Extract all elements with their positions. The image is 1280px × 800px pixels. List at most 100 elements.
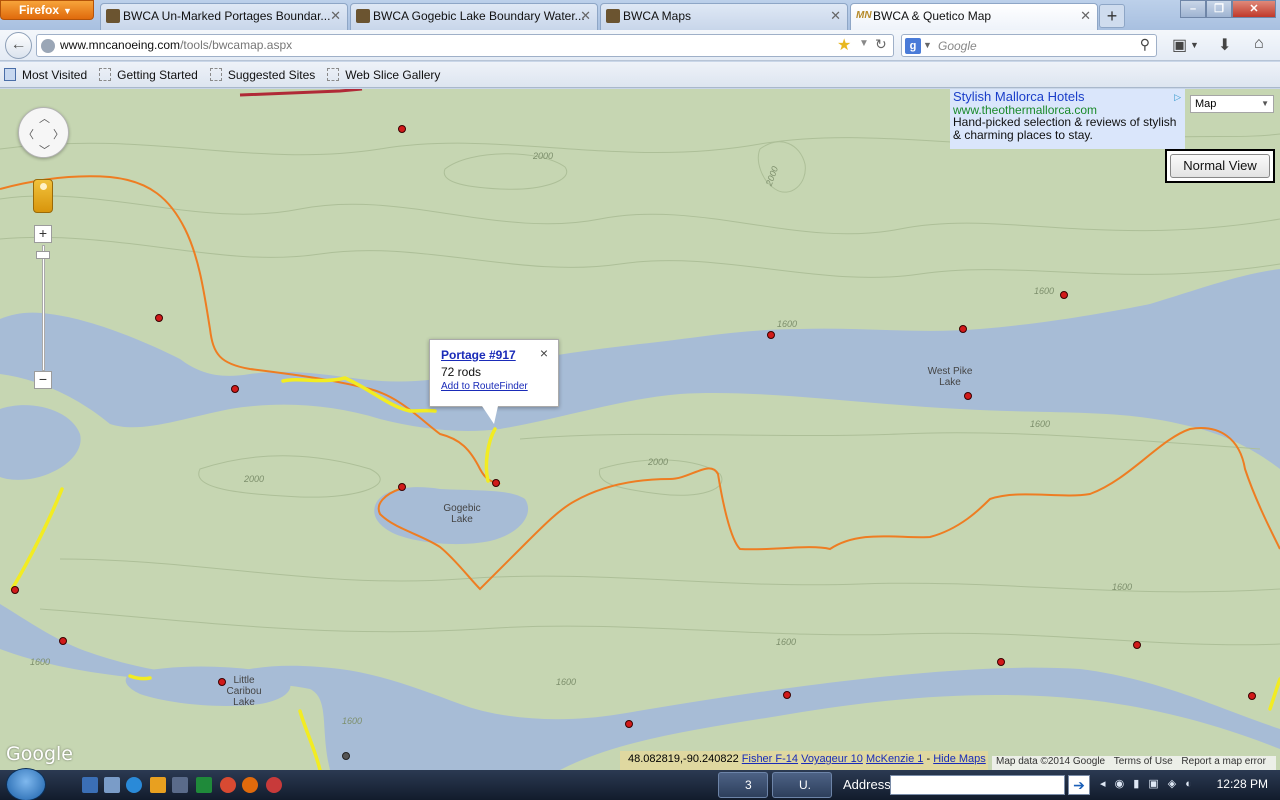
hide-maps-link[interactable]: Hide Maps xyxy=(933,753,986,765)
campsite-marker[interactable] xyxy=(398,125,406,133)
campsite-marker[interactable] xyxy=(997,658,1005,666)
adchoices-icon[interactable]: ▷ xyxy=(1174,91,1181,104)
restore-icon[interactable]: ❐ xyxy=(1206,0,1232,18)
tab-unmarked-portages[interactable]: BWCA Un-Marked Portages Boundar... ✕ xyxy=(100,3,348,30)
campsite-marker[interactable] xyxy=(767,331,775,339)
zoom-thumb[interactable] xyxy=(36,251,50,259)
close-tab-icon[interactable]: ✕ xyxy=(580,4,591,28)
little-caribou-lake-label: Little Caribou Lake xyxy=(226,675,262,708)
tab-bwca-maps[interactable]: BWCA Maps ✕ xyxy=(600,3,848,30)
chevron-down-icon: ▼ xyxy=(63,6,72,16)
close-tab-icon[interactable]: ✕ xyxy=(330,4,341,28)
firefox-menu-button[interactable]: Firefox ▼ xyxy=(0,0,94,20)
new-tab-button[interactable]: + xyxy=(1099,4,1125,28)
close-tab-icon[interactable]: ✕ xyxy=(830,4,841,28)
close-tab-icon[interactable]: ✕ xyxy=(1080,4,1091,28)
address-input[interactable] xyxy=(890,775,1065,795)
pan-left-icon[interactable]: 〈 xyxy=(23,126,34,142)
map-link-mckenzie[interactable]: McKenzie 1 xyxy=(866,753,923,765)
bookmarks-dropdown-icon[interactable]: ▼ xyxy=(1190,40,1199,50)
campsite-marker[interactable] xyxy=(11,586,19,594)
close-icon[interactable]: × xyxy=(540,345,548,361)
advertisement[interactable]: ▷ Stylish Mallorca Hotels www.theotherma… xyxy=(950,89,1185,149)
campsite-marker-gray[interactable] xyxy=(342,752,350,760)
firefox-icon[interactable] xyxy=(242,777,258,793)
bookmarks-menu-icon[interactable]: ▣ xyxy=(1172,35,1187,55)
tab-label: BWCA & Quetico Map xyxy=(873,9,992,23)
bookmark-suggested-sites[interactable]: Suggested Sites xyxy=(209,68,315,82)
pan-up-icon[interactable]: ︿ xyxy=(39,110,50,126)
campsite-marker[interactable] xyxy=(492,479,500,487)
normal-view-button[interactable]: Normal View xyxy=(1165,149,1275,183)
campsite-marker[interactable] xyxy=(783,691,791,699)
engine-dropdown-icon[interactable]: ▼ xyxy=(923,40,932,50)
zoom-track[interactable] xyxy=(42,245,45,371)
elevation-label: 1600 xyxy=(1030,419,1051,429)
map-type-select[interactable]: Map ▼ xyxy=(1190,95,1274,113)
downloads-icon[interactable]: ⬇ xyxy=(1218,35,1231,55)
elevation-label: 1600 xyxy=(777,319,798,329)
system-tray-icons[interactable]: ◂ ◉ ▮ ▣ ◈ ◐ xyxy=(1100,777,1195,790)
url-bar[interactable]: www.mncanoeing.com/tools/bwcamap.aspx ★ … xyxy=(36,34,894,57)
elevation-label: 1600 xyxy=(1112,582,1133,592)
zoom-in-button[interactable]: + xyxy=(34,225,52,243)
google-engine-icon[interactable]: g xyxy=(905,38,921,54)
reload-icon[interactable]: ↻ xyxy=(875,36,887,53)
campsite-marker[interactable] xyxy=(59,637,67,645)
portage-title-link[interactable]: Portage #917 xyxy=(441,348,547,362)
campsite-marker[interactable] xyxy=(625,720,633,728)
terms-of-use-link[interactable]: Terms of Use xyxy=(1114,756,1173,767)
street-view-pegman-icon[interactable] xyxy=(33,179,53,213)
clock[interactable]: 12:28 PM xyxy=(1217,777,1268,791)
bookmark-most-visited[interactable]: Most Visited xyxy=(4,68,87,82)
chrome-icon[interactable] xyxy=(220,777,236,793)
excel-icon[interactable] xyxy=(196,777,212,793)
ad-title[interactable]: Stylish Mallorca Hotels xyxy=(953,90,1182,104)
home-icon[interactable]: ⌂ xyxy=(1254,35,1264,53)
map-link-fisher[interactable]: Fisher F-14 xyxy=(742,753,798,765)
app-icon[interactable] xyxy=(172,777,188,793)
bookmark-getting-started[interactable]: Getting Started xyxy=(99,68,198,82)
campsite-marker[interactable] xyxy=(1248,692,1256,700)
pan-right-icon[interactable]: 〉 xyxy=(53,126,64,142)
taskbar-window-button[interactable]: U. xyxy=(772,772,832,798)
bookmark-web-slice-gallery[interactable]: Web Slice Gallery xyxy=(327,68,440,82)
window-close-icon[interactable]: ✕ xyxy=(1232,0,1276,18)
zoom-out-button[interactable]: − xyxy=(34,371,52,389)
campsite-marker[interactable] xyxy=(155,314,163,322)
url-host: www.mncanoeing.com xyxy=(60,38,181,52)
bookmark-star-icon[interactable]: ★ xyxy=(837,35,851,55)
map-link-voyageur[interactable]: Voyageur 10 xyxy=(801,753,863,765)
campsite-marker[interactable] xyxy=(398,483,406,491)
pan-down-icon[interactable]: ﹀ xyxy=(39,142,50,158)
media-player-icon[interactable] xyxy=(150,777,166,793)
pan-control[interactable]: ︿ ﹀ 〈 〉 xyxy=(18,107,69,158)
back-button[interactable]: ← xyxy=(5,32,32,59)
add-to-routefinder-link[interactable]: Add to RouteFinder xyxy=(441,381,547,392)
url-path: /tools/bwcamap.aspx xyxy=(180,38,293,52)
tab-gogebic-lake[interactable]: BWCA Gogebic Lake Boundary Water... ✕ xyxy=(350,3,598,30)
portage-length: 72 rods xyxy=(441,365,482,379)
show-desktop-icon[interactable] xyxy=(82,777,98,793)
normal-view-label: Normal View xyxy=(1170,154,1270,178)
search-icon[interactable]: ⚲ xyxy=(1140,36,1150,53)
start-button[interactable] xyxy=(6,768,46,800)
internet-explorer-icon[interactable] xyxy=(126,777,142,793)
campsite-marker[interactable] xyxy=(231,385,239,393)
tab-bwca-quetico-map[interactable]: MN BWCA & Quetico Map ✕ xyxy=(850,3,1098,30)
go-arrow-icon[interactable]: ➔ xyxy=(1068,775,1090,795)
campsite-marker[interactable] xyxy=(959,325,967,333)
app-icon[interactable] xyxy=(266,777,282,793)
report-error-link[interactable]: Report a map error xyxy=(1181,756,1265,767)
map-canvas[interactable]: West Pike Lake Gogebic Lake Little Carib… xyxy=(0,89,1280,770)
campsite-marker[interactable] xyxy=(964,392,972,400)
explorer-icon[interactable] xyxy=(104,777,120,793)
map-type-value: Map xyxy=(1195,98,1217,110)
campsite-marker[interactable] xyxy=(1060,291,1068,299)
history-dropdown-icon[interactable]: ▼ xyxy=(859,38,869,49)
campsite-marker[interactable] xyxy=(1133,641,1141,649)
firefox-menu-label: Firefox xyxy=(19,3,60,17)
minimize-icon[interactable]: – xyxy=(1180,0,1206,18)
search-bar[interactable]: g ▼ Google ⚲ xyxy=(901,34,1157,57)
firefox-windows-button[interactable]: 3 xyxy=(718,772,768,798)
